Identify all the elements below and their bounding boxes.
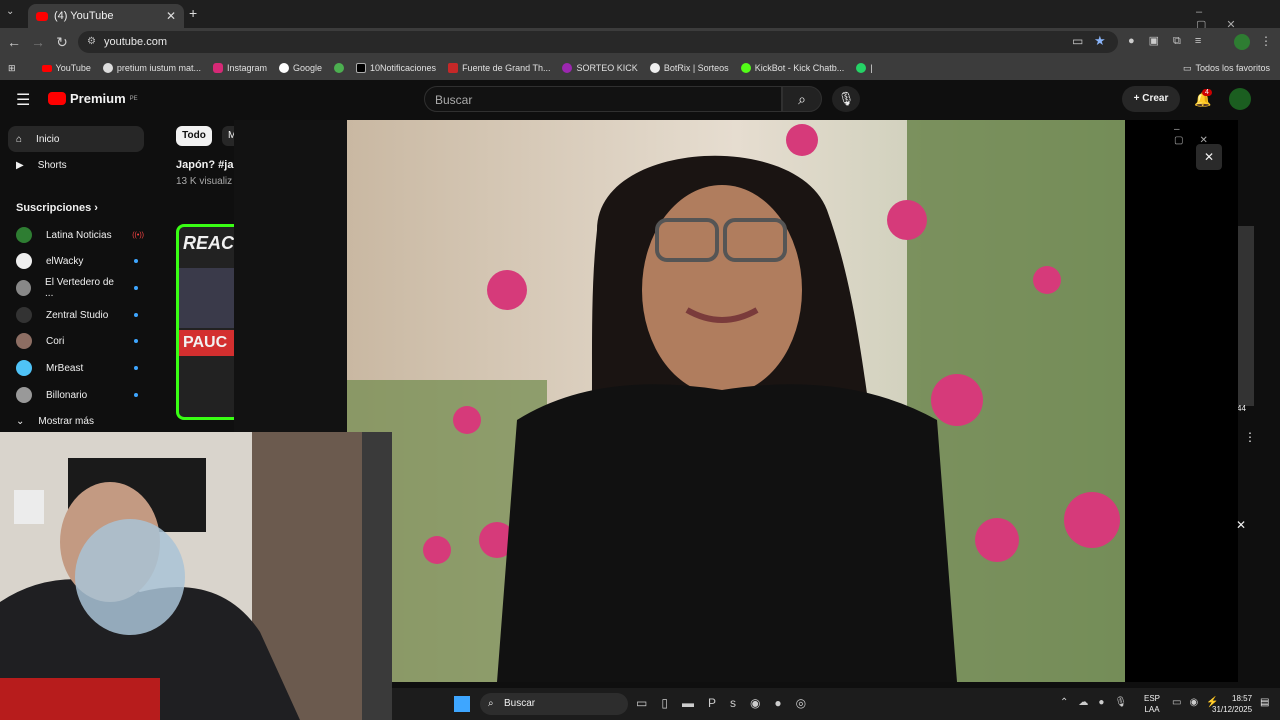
right-thumb[interactable] xyxy=(1238,226,1254,406)
bookmark-sorteo-kick[interactable]: SORTEO KICK xyxy=(556,63,643,73)
install-icon[interactable]: ▭ xyxy=(1072,34,1083,48)
bookmark-pretium[interactable]: pretium iustum mat... xyxy=(97,63,207,73)
bookmark-star-icon[interactable]: ★ xyxy=(1094,33,1106,49)
tab-list-button[interactable]: ⌄ xyxy=(6,6,22,22)
notifications-icon[interactable]: ▤ xyxy=(1260,697,1269,708)
search-icon: ⌕ xyxy=(488,698,494,709)
bookmark-whatsapp[interactable]: | xyxy=(850,63,878,73)
new-tab-button[interactable]: + xyxy=(189,5,197,21)
taskbar-apps[interactable]: ▭▯▬Ps◉●◎ xyxy=(636,696,820,710)
new-content-dot xyxy=(134,286,138,290)
close-icon[interactable]: ✕ xyxy=(1236,518,1246,532)
avatar xyxy=(16,360,32,376)
address-bar[interactable]: ⚙ youtube.com ▭ ★ xyxy=(78,31,1118,53)
chevron-down-icon: ⌄ xyxy=(16,415,25,427)
apps-icon[interactable]: ⊞ xyxy=(0,63,22,74)
forward-icon[interactable]: → xyxy=(30,34,46,50)
profile-avatar[interactable] xyxy=(1234,34,1250,50)
youtube-logo[interactable]: Premium PE xyxy=(48,91,138,106)
tab-strip: ⌄ (4) YouTube ✕ + –▢✕ xyxy=(0,0,1280,31)
bookmarks-bar: ⊞ YouTube pretium iustum mat... Instagra… xyxy=(0,56,1280,80)
avatar xyxy=(16,333,32,349)
bookmark-kickbot[interactable]: KickBot - Kick Chatb... xyxy=(735,63,851,73)
sidebar-item-mrbeast[interactable]: MrBeast xyxy=(8,355,144,381)
sidebar-item-latina-noticias[interactable]: Latina Noticias ((•)) xyxy=(8,222,144,248)
bookmark-grand-theft[interactable]: Fuente de Grand Th... xyxy=(442,63,556,73)
sidebar-item-shorts[interactable]: ▶ Shorts xyxy=(8,152,144,178)
thumbnail-title: REAC xyxy=(183,233,234,253)
avatar xyxy=(16,307,32,323)
microphone-icon[interactable]: 🎙 xyxy=(832,86,860,112)
start-icon[interactable] xyxy=(454,696,470,712)
all-bookmarks[interactable]: ▭ Todos los favoritos xyxy=(1177,63,1280,74)
new-content-dot xyxy=(134,339,138,343)
sidebar-item-el-vertedero[interactable]: El Vertedero de ... xyxy=(8,275,144,301)
video-views: 13 K visualiz xyxy=(176,176,233,187)
avatar xyxy=(16,387,32,403)
shorts-icon: ▶ xyxy=(16,159,24,171)
portrait-photo xyxy=(347,120,1125,682)
taskbar-search[interactable]: ⌕ Buscar xyxy=(480,693,628,715)
bookmark-youtube[interactable]: YouTube xyxy=(36,63,97,73)
more-options-icon[interactable]: ⋮ xyxy=(1244,430,1256,444)
new-content-dot xyxy=(134,366,138,370)
avatar xyxy=(16,253,32,269)
back-icon[interactable]: ← xyxy=(6,34,22,50)
youtube-favicon-icon xyxy=(36,11,48,21)
bookmark-instagram[interactable]: Instagram xyxy=(207,63,273,73)
avatar xyxy=(16,280,32,296)
webcam-overlay xyxy=(0,432,392,720)
chip-all[interactable]: Todo xyxy=(176,126,212,146)
sidebar: ⌂ Inicio ▶ Shorts Suscripciones › Latina N… xyxy=(0,120,160,440)
sidebar-item-billonario[interactable]: Billonario xyxy=(8,382,144,408)
viewer-window-controls: –▢✕ xyxy=(1174,124,1224,146)
bookmark-google[interactable]: Google xyxy=(273,63,328,73)
subscriptions-heading[interactable]: Suscripciones › xyxy=(16,202,98,214)
home-icon: ⌂ xyxy=(16,133,23,145)
clock[interactable]: 18:57 31/12/2025 xyxy=(1212,693,1252,715)
site-info-icon[interactable]: ⚙ xyxy=(87,36,96,47)
sidebar-item-elwacky[interactable]: elWacky xyxy=(8,248,144,274)
search-icon[interactable]: ⌕ xyxy=(782,86,822,112)
bookmark-botrix[interactable]: BotRix | Sorteos xyxy=(644,63,735,73)
sidebar-item-zentral-studio[interactable]: Zentral Studio xyxy=(8,302,144,328)
avatar xyxy=(16,227,32,243)
hamburger-menu-icon[interactable]: ☰ xyxy=(16,90,30,110)
bookmark-gmail[interactable] xyxy=(328,63,350,73)
bookmark-x[interactable]: 10Notificaciones xyxy=(350,63,442,73)
show-more-button[interactable]: ⌄ Mostrar más xyxy=(8,408,144,434)
language-indicator[interactable]: ESP LAA xyxy=(1144,693,1160,715)
taskbar: ⌕ Buscar ▭▯▬Ps◉●◎ ⌃☁●🎙 ESP LAA ▭◉⚡ 18:57 3… xyxy=(392,688,1280,720)
sidebar-item-cori[interactable]: Cori xyxy=(8,328,144,354)
new-content-dot xyxy=(134,259,138,263)
extensions-area[interactable]: ●▣⧉≡ xyxy=(1128,34,1215,48)
account-avatar[interactable] xyxy=(1229,88,1251,110)
video-title[interactable]: Japón? #jap xyxy=(176,159,234,171)
url-text: youtube.com xyxy=(104,36,167,48)
close-viewer-button[interactable]: ✕ xyxy=(1196,144,1222,170)
reload-icon[interactable]: ↻ xyxy=(54,34,70,50)
notification-badge: 4 xyxy=(1202,89,1212,96)
new-content-dot xyxy=(134,393,138,397)
youtube-play-icon xyxy=(48,92,66,105)
duration-badge: 44 xyxy=(1237,404,1246,413)
sidebar-item-home[interactable]: ⌂ Inicio xyxy=(8,126,144,152)
tab-title: (4) YouTube xyxy=(54,10,114,22)
search-input[interactable]: Buscar xyxy=(424,86,782,112)
create-button[interactable]: + Crear xyxy=(1122,86,1180,112)
close-icon[interactable]: ✕ xyxy=(166,9,176,23)
video-thumbnail[interactable]: REAC PAUC xyxy=(176,224,234,420)
live-badge: ((•)) xyxy=(132,231,144,239)
tray-icons[interactable]: ⌃☁●🎙 xyxy=(1060,697,1137,708)
menu-icon[interactable]: ⋮ xyxy=(1260,34,1272,48)
tab-youtube[interactable]: (4) YouTube ✕ xyxy=(28,4,184,28)
new-content-dot xyxy=(134,313,138,317)
thumbnail-subtitle: PAUC xyxy=(179,330,234,356)
